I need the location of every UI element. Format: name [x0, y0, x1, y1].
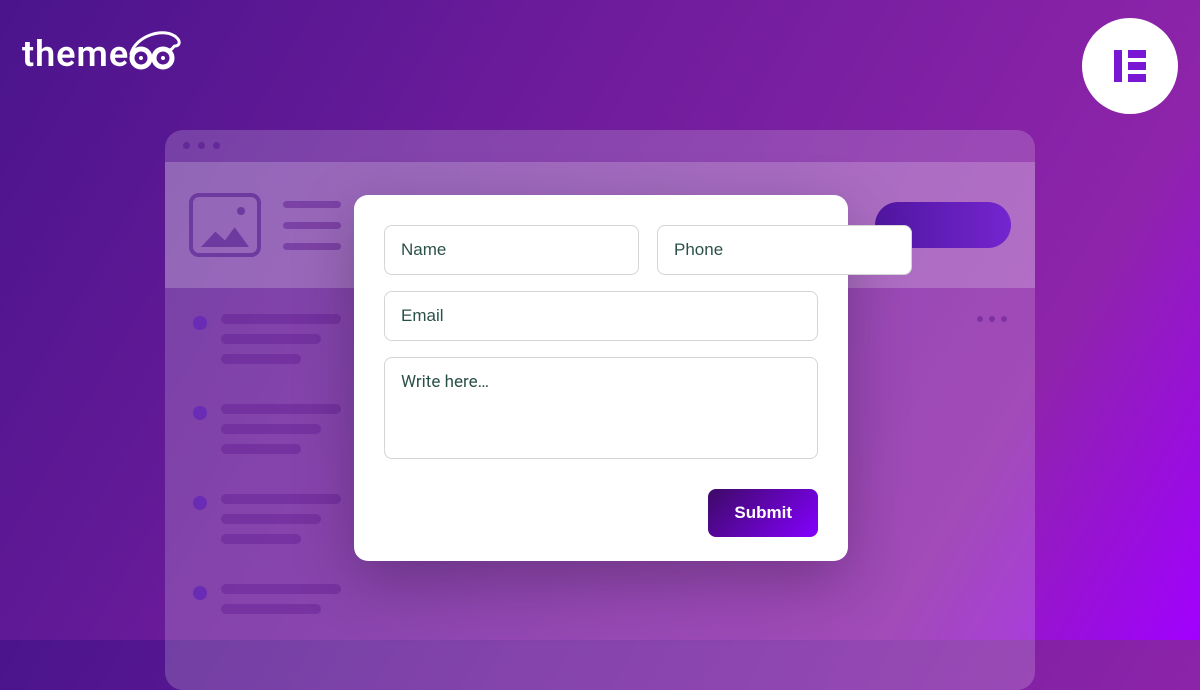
submit-button[interactable]: Submit [708, 489, 818, 537]
elementor-badge [1082, 18, 1178, 114]
message-field[interactable] [384, 357, 818, 459]
brand-logo: theme [22, 28, 185, 79]
elementor-icon [1108, 44, 1152, 88]
name-field[interactable] [384, 225, 639, 275]
brand-name: theme [22, 33, 129, 75]
ellipsis-icon [977, 316, 1007, 322]
email-field[interactable] [384, 291, 818, 341]
chameleon-icon [125, 28, 185, 79]
mock-nav-lines [283, 201, 341, 250]
image-placeholder-icon [189, 193, 261, 257]
contact-form-card: Submit [354, 195, 848, 561]
phone-field[interactable] [657, 225, 912, 275]
mock-titlebar [165, 130, 1035, 160]
